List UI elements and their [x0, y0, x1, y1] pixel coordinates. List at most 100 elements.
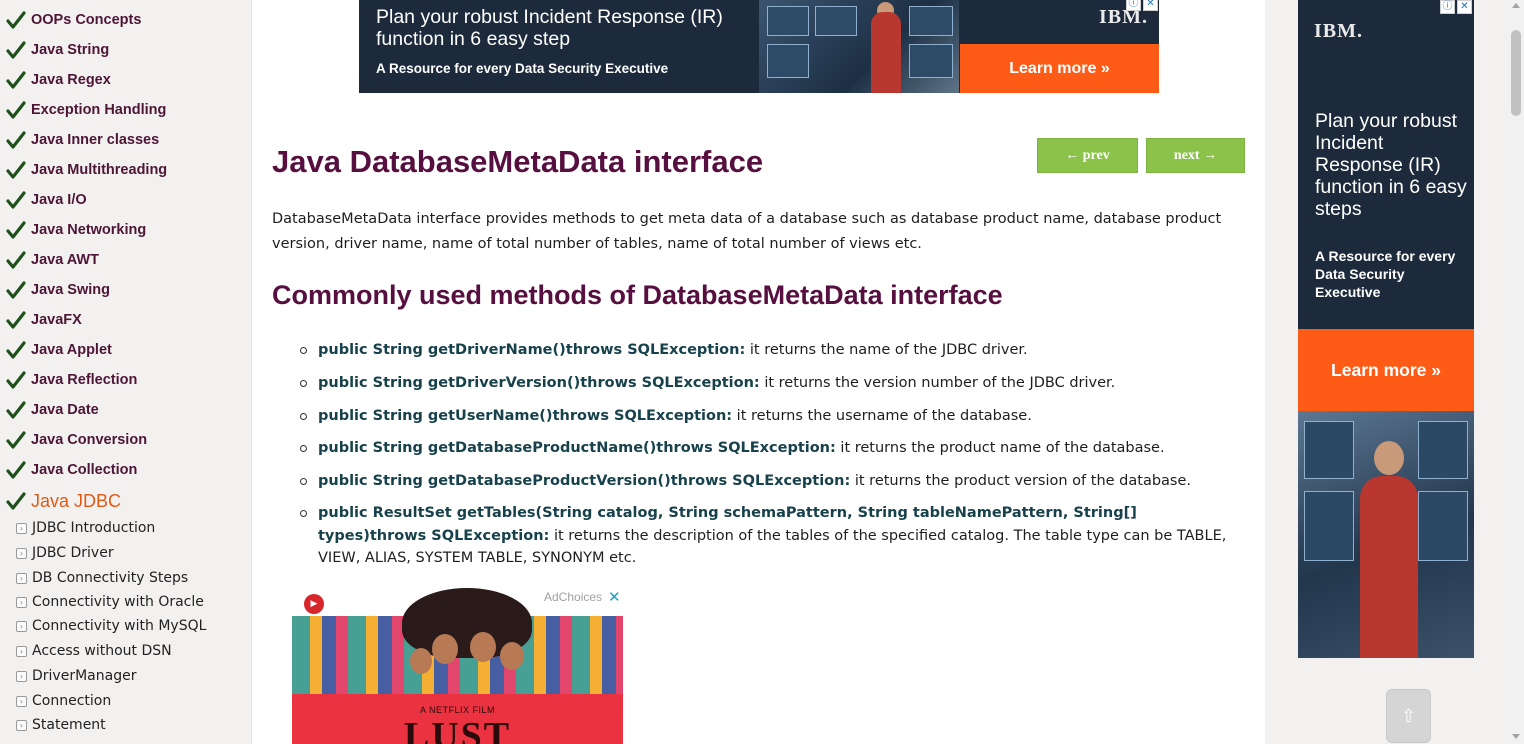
sidebar-item-java-string[interactable]: Java String — [6, 36, 109, 64]
sidebar-subitem-jdbc-introduction[interactable]: › JDBC Introduction — [16, 517, 155, 539]
method-signature: public String getDriverVersion()throws S… — [318, 375, 760, 391]
sidebar-item-label: Java Multithreading — [31, 162, 168, 178]
ad-image — [1298, 411, 1474, 658]
method-signature: public String getDriverName()throws SQLE… — [318, 342, 746, 358]
checkmark-icon — [6, 131, 26, 149]
sidebar-subitem-label: Connectivity with MySQL — [32, 618, 207, 634]
bullet-icon — [300, 445, 307, 452]
sidebar-item-java-awt[interactable]: Java AWT — [6, 246, 99, 274]
ibm-logo: IBM. — [1314, 20, 1363, 42]
sidebar-item-exception-handling[interactable]: Exception Handling — [6, 96, 166, 124]
sidebar-subitem-label: JDBC Driver — [32, 545, 114, 561]
sidebar-item-java-swing[interactable]: Java Swing — [6, 276, 110, 304]
sidebar-subitem-label: Access without DSN — [32, 643, 172, 659]
sidebar-item-java-date[interactable]: Java Date — [6, 396, 99, 424]
sidebar-item-javafx[interactable]: JavaFX — [6, 306, 82, 334]
method-description: it returns the product version of the da… — [850, 473, 1192, 489]
sidebar-item-java-multithreading[interactable]: Java Multithreading — [6, 156, 167, 184]
ad-close-icon[interactable]: ✕ — [1457, 0, 1472, 14]
sidebar-item-java-applet[interactable]: Java Applet — [6, 336, 112, 364]
play-icon[interactable]: ▶ — [304, 594, 324, 614]
method-signature: public String getDatabaseProductVersion(… — [318, 473, 851, 489]
ad-learn-more-button[interactable]: Learn more » — [1298, 329, 1474, 411]
expand-bullet-icon: › — [16, 670, 27, 682]
list-item: public String getDriverVersion()throws S… — [300, 372, 1243, 395]
arrow-up-icon: ⇧ — [1400, 705, 1417, 727]
sidebar-item-java-conversion[interactable]: Java Conversion — [6, 426, 147, 454]
checkmark-icon — [6, 41, 26, 59]
sidebar-subitem-jdbc-driver[interactable]: › JDBC Driver — [16, 542, 114, 564]
sidebar-item-label: Java Swing — [31, 282, 110, 298]
sidebar-subitem-label: Connectivity with Oracle — [32, 594, 204, 610]
sidebar-item-java-regex[interactable]: Java Regex — [6, 66, 111, 94]
page-title: Java DatabaseMetaData interface — [272, 144, 764, 179]
sidebar-subitem-connection[interactable]: › Connection — [16, 690, 111, 712]
sidebar-subitem-connectivity-oracle[interactable]: › Connectivity with Oracle — [16, 591, 204, 613]
sidebar-subitem-db-connectivity-steps[interactable]: › DB Connectivity Steps — [16, 567, 188, 589]
sidebar-item-label: Java JDBC — [31, 490, 122, 511]
list-item: public ResultSet getTables(String catalo… — [300, 502, 1243, 570]
sidebar-subitem-connectivity-mysql[interactable]: › Connectivity with MySQL — [16, 615, 206, 637]
sidebar-item-label: Exception Handling — [31, 102, 167, 118]
next-button[interactable]: next → — [1146, 138, 1245, 173]
page-scrollbar[interactable] — [1508, 0, 1524, 744]
sidebar-item-java-networking[interactable]: Java Networking — [6, 216, 146, 244]
sidebar-item-label: Java Reflection — [31, 372, 138, 388]
expand-bullet-icon: › — [16, 522, 27, 534]
expand-bullet-icon: › — [16, 572, 27, 584]
sidebar: OOPs Concepts Java String Java Regex Exc… — [0, 0, 252, 744]
checkmark-icon — [6, 461, 26, 479]
sidebar-item-java-jdbc[interactable]: Java JDBC — [6, 487, 121, 515]
side-skyscraper-ad[interactable]: IBM. Plan your robust Incident Response … — [1298, 0, 1474, 658]
ad-close-icon[interactable]: ✕ — [1143, 0, 1158, 11]
ad-learn-more-button[interactable]: Learn more » — [960, 44, 1159, 93]
sidebar-subitem-label: JDBC Introduction — [32, 520, 156, 536]
top-banner-ad[interactable]: Plan your robust Incident Response (IR) … — [359, 0, 1159, 93]
sidebar-subitem-access-without-dsn[interactable]: › Access without DSN — [16, 640, 172, 662]
scrollbar-thumb[interactable] — [1511, 30, 1521, 116]
checkmark-icon — [6, 221, 26, 239]
sidebar-item-java-collection[interactable]: Java Collection — [6, 456, 137, 484]
bullet-icon — [300, 380, 307, 387]
sidebar-subitem-statement[interactable]: › Statement — [16, 714, 106, 736]
list-item: public String getDriverName()throws SQLE… — [300, 339, 1243, 362]
sidebar-item-label: Java Date — [31, 402, 99, 418]
sidebar-item-java-io[interactable]: Java I/O — [6, 186, 87, 214]
list-item: public String getUserName()throws SQLExc… — [300, 405, 1243, 428]
list-item: public String getDatabaseProductName()th… — [300, 437, 1243, 460]
sidebar-subitem-label: DB Connectivity Steps — [32, 570, 189, 586]
sidebar-subitem-label: Connection — [32, 693, 112, 709]
ad-info-icon[interactable]: ⓘ — [1440, 0, 1455, 14]
prev-button[interactable]: ← prev — [1037, 138, 1138, 173]
expand-bullet-icon: › — [16, 620, 27, 632]
method-signature: public String getUserName()throws SQLExc… — [318, 408, 733, 424]
sidebar-subitem-label: Statement — [32, 717, 106, 733]
bullet-icon — [300, 510, 307, 517]
sidebar-item-java-reflection[interactable]: Java Reflection — [6, 366, 137, 394]
checkmark-icon — [6, 281, 26, 299]
sidebar-item-java-inner-classes[interactable]: Java Inner classes — [6, 126, 159, 154]
sidebar-item-label: Java AWT — [31, 252, 99, 268]
ad-poster-face — [500, 642, 524, 670]
sidebar-item-label: OOPs Concepts — [31, 12, 142, 28]
intro-paragraph: DatabaseMetaData interface provides meth… — [272, 211, 1222, 252]
scroll-up-arrow-icon[interactable] — [1512, 3, 1520, 8]
ad-headline: Plan your robust Incident Response (IR) … — [376, 6, 723, 50]
adchoices-label[interactable]: AdChoices — [544, 590, 602, 604]
sidebar-item-oops-concepts[interactable]: OOPs Concepts — [6, 6, 141, 34]
ad-film-title: LUST — [403, 715, 512, 744]
checkmark-icon — [6, 71, 26, 89]
scroll-down-arrow-icon[interactable] — [1512, 734, 1520, 739]
sidebar-subitem-drivermanager[interactable]: › DriverManager — [16, 665, 136, 687]
checkmark-icon — [6, 191, 26, 209]
list-item: public String getDatabaseProductVersion(… — [300, 470, 1243, 493]
ad-info-icon[interactable]: ⓘ — [1126, 0, 1141, 11]
expand-bullet-icon: › — [16, 719, 27, 731]
expand-bullet-icon: › — [16, 695, 27, 707]
method-description: it returns the username of the database. — [732, 408, 1032, 424]
ad-close-icon[interactable]: ✕ — [608, 588, 621, 606]
expand-bullet-icon: › — [16, 596, 27, 608]
video-ad[interactable]: ▶ AdChoices ✕ A NETFLIX FILM LUST — [292, 588, 623, 744]
back-to-top-button[interactable]: ⇧ — [1386, 689, 1431, 743]
checkmark-icon — [6, 492, 26, 510]
